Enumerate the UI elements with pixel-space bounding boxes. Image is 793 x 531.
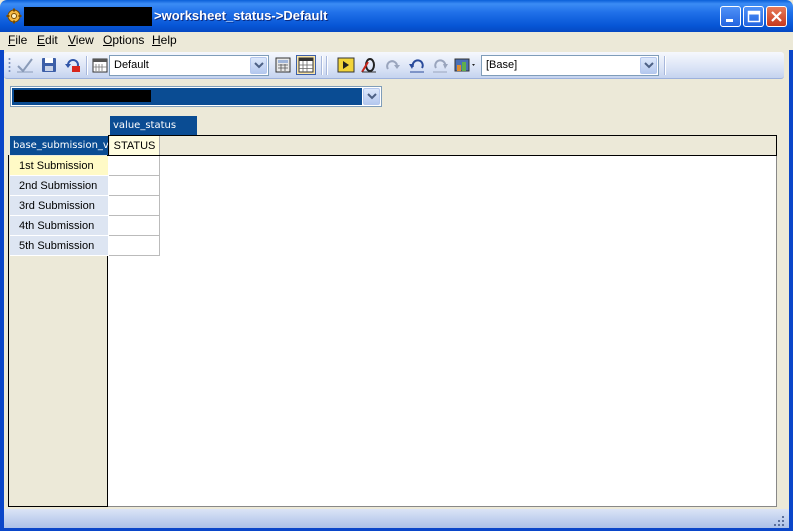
menu-bar: File Edit View Options Help [0, 32, 793, 50]
redacted-title-prefix [24, 7, 152, 26]
toolbar-separator [86, 56, 88, 75]
menu-view[interactable]: View [68, 33, 94, 47]
toolbar-separator [321, 56, 323, 75]
data-cell[interactable] [109, 156, 160, 176]
refresh-icon[interactable] [64, 56, 82, 74]
row-header-4th-submission[interactable]: 4th Submission [10, 216, 108, 236]
window-title: >worksheet_status->Default [154, 8, 328, 23]
row-header-3rd-submission[interactable]: 3rd Submission [10, 196, 108, 216]
data-cell[interactable] [109, 216, 160, 236]
toolbar: Default [Base] [4, 52, 784, 79]
close-button[interactable] [766, 6, 787, 27]
calendar-icon[interactable] [91, 56, 109, 74]
calculator-icon[interactable] [274, 56, 292, 74]
menu-file[interactable]: File [8, 33, 27, 47]
resize-grip-icon[interactable] [773, 515, 785, 527]
window-border-left [0, 32, 4, 531]
row-header-2nd-submission[interactable]: 2nd Submission [10, 176, 108, 196]
column-header-status[interactable]: STATUS [110, 136, 160, 155]
title-bar: >worksheet_status->Default [0, 0, 793, 32]
data-cell[interactable] [109, 176, 160, 196]
minimize-icon [726, 19, 733, 22]
window-border-right [789, 32, 793, 531]
menu-help[interactable]: Help [152, 33, 177, 47]
run-icon[interactable] [337, 56, 355, 74]
layout-combo[interactable]: Default [109, 55, 269, 76]
row-header-1st-submission[interactable]: 1st Submission [10, 156, 108, 176]
save-icon[interactable] [40, 56, 58, 74]
maximize-icon [747, 10, 761, 23]
toolbar-separator [326, 56, 328, 75]
toolbar-separator [664, 56, 666, 75]
app-icon[interactable] [6, 8, 22, 24]
base-combo[interactable]: [Base] [481, 55, 659, 76]
page-selector-combo[interactable] [10, 86, 382, 107]
redacted-page-value [14, 90, 151, 102]
data-cell[interactable] [109, 236, 160, 256]
maximize-button[interactable] [743, 6, 764, 27]
row-header-5th-submission[interactable]: 5th Submission [10, 236, 108, 256]
menu-edit[interactable]: Edit [37, 33, 58, 47]
forward-icon[interactable] [431, 56, 449, 74]
validate-icon[interactable] [16, 56, 34, 74]
data-grid[interactable] [108, 156, 777, 507]
chevron-down-icon[interactable] [250, 57, 267, 74]
close-icon [771, 11, 782, 22]
menu-options[interactable]: Options [103, 33, 144, 47]
chevron-down-icon[interactable] [640, 57, 657, 74]
data-cell[interactable] [109, 196, 160, 216]
chevron-down-icon[interactable] [363, 88, 380, 105]
column-dimension-header[interactable]: value_status [110, 116, 197, 135]
toolbar-grip[interactable] [8, 56, 11, 75]
layout-combo-value: Default [114, 59, 149, 71]
image-dropdown-icon[interactable] [454, 56, 478, 74]
zero-suppress-icon[interactable] [360, 56, 378, 74]
status-bar [4, 509, 789, 529]
minimize-button[interactable] [720, 6, 741, 27]
row-dimension-header[interactable]: base_submission_v [10, 136, 108, 155]
undo-icon[interactable] [408, 56, 426, 74]
redo-icon[interactable] [384, 56, 402, 74]
grid-icon[interactable] [296, 55, 316, 75]
column-header-strip [108, 135, 777, 156]
base-combo-value: [Base] [486, 59, 518, 71]
